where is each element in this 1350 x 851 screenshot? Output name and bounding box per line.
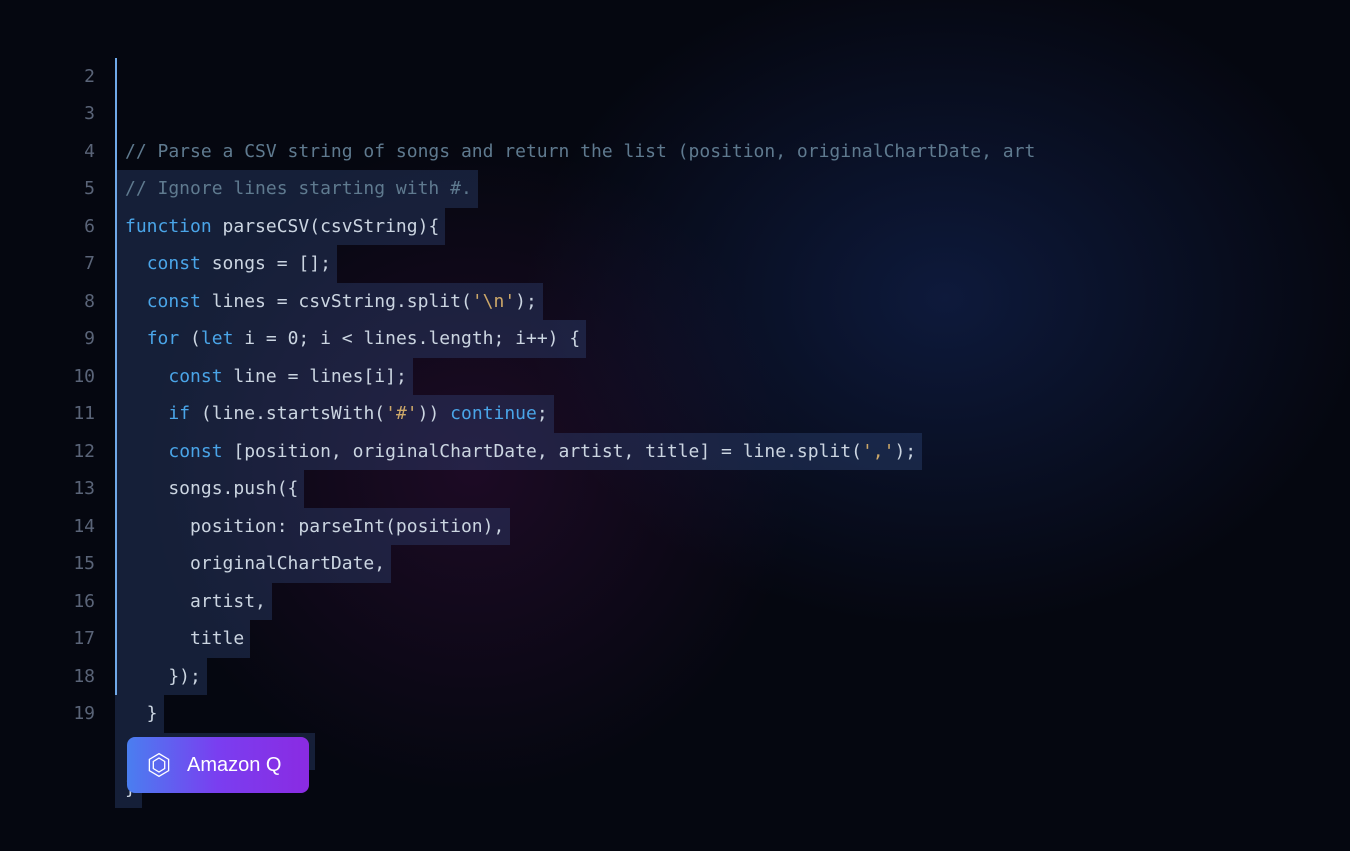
amazon-q-badge[interactable]: Amazon Q xyxy=(127,737,309,793)
suggestion-highlight: songs.push({ xyxy=(115,470,304,508)
line-number: 15 xyxy=(0,545,95,583)
suggestion-highlight: artist, xyxy=(115,583,272,621)
code-line[interactable]: songs.push({ xyxy=(115,470,1350,508)
suggestion-highlight: originalChartDate, xyxy=(115,545,391,583)
code-line[interactable]: const line = lines[i]; xyxy=(115,358,1350,396)
line-number: 13 xyxy=(0,470,95,508)
code-line[interactable]: }); xyxy=(115,658,1350,696)
code-token xyxy=(125,433,168,471)
line-number: 17 xyxy=(0,620,95,658)
code-token: songs.push({ xyxy=(125,470,298,508)
code-line[interactable]: } xyxy=(115,695,1350,733)
code-token xyxy=(125,320,147,358)
code-line[interactable]: artist, xyxy=(115,583,1350,621)
code-line[interactable]: title xyxy=(115,620,1350,658)
code-line[interactable]: const [position, originalChartDate, arti… xyxy=(115,433,1350,471)
code-line[interactable]: for (let i = 0; i < lines.length; i++) { xyxy=(115,320,1350,358)
code-token xyxy=(125,245,147,283)
suggestion-highlight: const songs = []; xyxy=(115,245,337,283)
code-token: const xyxy=(147,245,201,283)
code-token: let xyxy=(201,320,234,358)
suggestion-accept-bar xyxy=(115,58,117,696)
code-token: line = lines[i]; xyxy=(223,358,407,396)
suggestion-highlight: const [position, originalChartDate, arti… xyxy=(115,433,922,471)
code-token xyxy=(125,283,147,321)
line-number: 18 xyxy=(0,658,95,696)
code-token: lines = csvString.split( xyxy=(201,283,472,321)
code-token: '#' xyxy=(385,395,418,433)
code-line[interactable]: const songs = []; xyxy=(115,245,1350,283)
suggestion-highlight: if (line.startsWith('#')) continue; xyxy=(115,395,554,433)
code-token: )) xyxy=(418,395,451,433)
code-token: [position, originalChartDate, artist, ti… xyxy=(223,433,862,471)
code-token: i = 0; i < lines.length; i++) { xyxy=(233,320,580,358)
suggestion-highlight: const lines = csvString.split('\n'); xyxy=(115,283,543,321)
code-line[interactable]: position: parseInt(position), xyxy=(115,508,1350,546)
code-line[interactable]: function parseCSV(csvString){ xyxy=(115,208,1350,246)
code-token: (line.startsWith( xyxy=(190,395,385,433)
code-token: function xyxy=(125,208,212,246)
code-token: ); xyxy=(894,433,916,471)
code-token: const xyxy=(147,283,201,321)
code-token: songs = []; xyxy=(201,245,331,283)
suggestion-highlight: function parseCSV(csvString){ xyxy=(115,208,445,246)
code-token: ( xyxy=(179,320,201,358)
line-number: 2 xyxy=(0,58,95,96)
code-token: }); xyxy=(125,658,201,696)
suggestion-highlight: // Ignore lines starting with #. xyxy=(115,170,478,208)
line-number: 9 xyxy=(0,320,95,358)
amazon-q-label: Amazon Q xyxy=(187,754,281,777)
code-token: // Parse a CSV string of songs and retur… xyxy=(125,133,1035,171)
line-number-gutter: 2345678910111213141516171819 xyxy=(0,20,115,845)
code-token: title xyxy=(125,620,244,658)
code-token: ; xyxy=(537,395,548,433)
code-token: artist, xyxy=(125,583,266,621)
line-number: 14 xyxy=(0,508,95,546)
code-token: const xyxy=(168,433,222,471)
code-line[interactable]: originalChartDate, xyxy=(115,545,1350,583)
amazon-q-icon xyxy=(145,751,173,779)
code-line[interactable] xyxy=(115,808,1350,846)
code-token: '\n' xyxy=(472,283,515,321)
line-number: 11 xyxy=(0,395,95,433)
suggestion-highlight: title xyxy=(115,620,250,658)
code-line[interactable]: if (line.startsWith('#')) continue; xyxy=(115,395,1350,433)
code-token: ',' xyxy=(862,433,895,471)
code-token: const xyxy=(168,358,222,396)
line-number xyxy=(0,20,95,58)
code-token xyxy=(125,395,168,433)
code-token: if xyxy=(168,395,190,433)
line-number: 8 xyxy=(0,283,95,321)
suggestion-highlight: for (let i = 0; i < lines.length; i++) { xyxy=(115,320,586,358)
line-number: 4 xyxy=(0,133,95,171)
code-token: } xyxy=(125,695,158,733)
code-line[interactable]: // Ignore lines starting with #. xyxy=(115,170,1350,208)
line-number: 16 xyxy=(0,583,95,621)
line-number: 12 xyxy=(0,433,95,471)
line-number: 10 xyxy=(0,358,95,396)
line-number: 3 xyxy=(0,95,95,133)
code-line[interactable]: // Parse a CSV string of songs and retur… xyxy=(115,133,1350,171)
code-token: continue xyxy=(450,395,537,433)
code-token xyxy=(125,358,168,396)
code-token: ); xyxy=(515,283,537,321)
suggestion-highlight: position: parseInt(position), xyxy=(115,508,510,546)
code-token: for xyxy=(147,320,180,358)
suggestion-highlight: }); xyxy=(115,658,207,696)
code-editor[interactable]: 2345678910111213141516171819 // Parse a … xyxy=(0,0,1350,851)
line-number: 6 xyxy=(0,208,95,246)
code-token: // Ignore lines starting with #. xyxy=(125,170,472,208)
line-number: 19 xyxy=(0,695,95,733)
code-content[interactable]: // Parse a CSV string of songs and retur… xyxy=(115,20,1350,845)
code-line[interactable]: const lines = csvString.split('\n'); xyxy=(115,283,1350,321)
code-token: position: parseInt(position), xyxy=(125,508,504,546)
code-token: parseCSV(csvString){ xyxy=(212,208,440,246)
suggestion-highlight: const line = lines[i]; xyxy=(115,358,413,396)
line-number: 5 xyxy=(0,170,95,208)
line-number: 7 xyxy=(0,245,95,283)
suggestion-highlight: } xyxy=(115,695,164,733)
code-token: originalChartDate, xyxy=(125,545,385,583)
